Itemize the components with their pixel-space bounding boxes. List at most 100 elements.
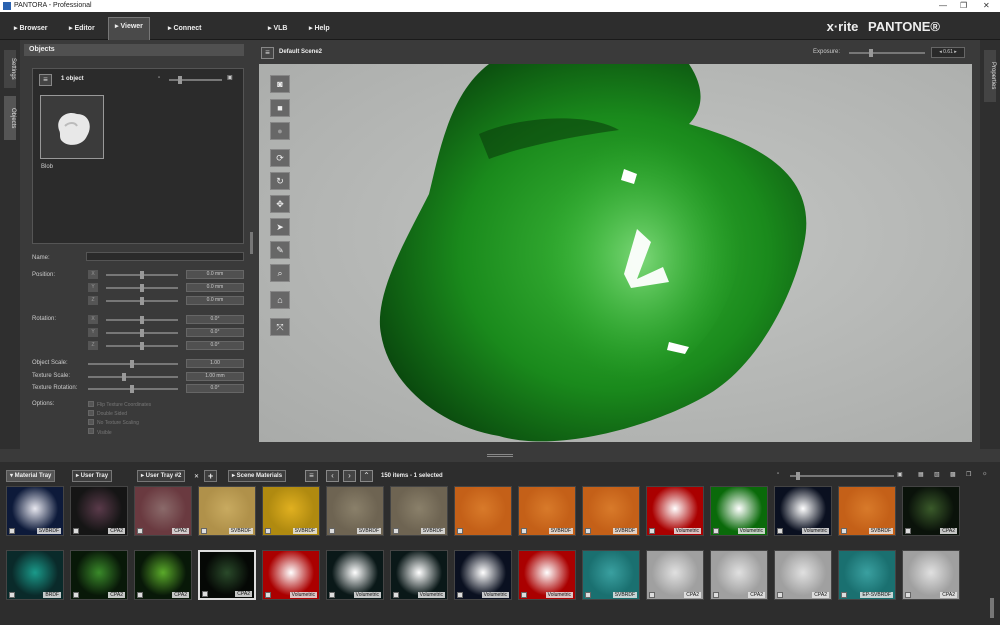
pos-y-slider[interactable] (106, 284, 178, 292)
pos-z-slider[interactable] (106, 297, 178, 305)
rot-y-slider[interactable] (106, 329, 178, 337)
tile-size-slider[interactable] (790, 472, 894, 480)
material-tile[interactable]: Volumetric (646, 486, 704, 536)
rot-y-knob[interactable] (140, 329, 144, 337)
material-tile[interactable]: Volumetric (454, 550, 512, 600)
rot-z-field[interactable]: 0.0° (186, 341, 244, 350)
material-tile[interactable]: CPA2 (902, 550, 960, 600)
add-tab-button[interactable]: + (204, 470, 218, 482)
pos-z-field[interactable]: 0.0 mm (186, 296, 244, 305)
rot-x-button[interactable]: X (88, 315, 98, 324)
fit-view-icon[interactable]: ⤧ (270, 318, 290, 336)
exposure-knob[interactable] (869, 49, 873, 57)
tray-forward-button[interactable]: › (343, 470, 356, 482)
objects-tab[interactable]: Objects (4, 96, 16, 140)
material-tile[interactable]: Volumetric (390, 550, 448, 600)
material-tile[interactable]: Volumetric (262, 550, 320, 600)
maximize-icon[interactable]: ❐ (960, 1, 967, 10)
tab-user-tray-2[interactable]: ▸ User Tray #2 (137, 470, 186, 482)
texture-scale-slider[interactable] (88, 373, 178, 381)
tray-up-button[interactable]: ⌃ (360, 470, 373, 482)
window-view-icon[interactable]: ❐ (966, 471, 971, 478)
material-tile[interactable] (454, 486, 512, 536)
3d-viewport[interactable]: ◙ ■ ● ⟳ ↻ ✥ ➤ ✎ ⌕ ⌂ ⤧ (259, 64, 972, 442)
material-tile[interactable]: CPA2 (646, 550, 704, 600)
material-tile[interactable]: CPA2 (198, 550, 256, 600)
pos-x-slider[interactable] (106, 271, 178, 279)
material-tile[interactable]: CPA2 (902, 486, 960, 536)
pos-x-knob[interactable] (140, 271, 144, 279)
panel-splitter-handle[interactable] (250, 232, 253, 254)
material-tile[interactable]: SVBRDF (518, 486, 576, 536)
rot-x-field[interactable]: 0.0° (186, 315, 244, 324)
object-scale-slider[interactable] (88, 360, 178, 368)
exposure-increase-icon[interactable]: ▸ (953, 49, 957, 55)
tile-size-knob[interactable] (796, 472, 800, 480)
tray-scrollbar[interactable] (990, 598, 994, 618)
move-icon[interactable]: ✥ (270, 195, 290, 213)
minimize-icon[interactable]: — (939, 1, 947, 10)
menu-viewer[interactable]: ▸ Viewer (108, 17, 150, 40)
thumb-size-knob[interactable] (178, 76, 182, 84)
flip-texture-checkbox[interactable] (88, 401, 94, 407)
material-tile[interactable]: SVBRDF (582, 486, 640, 536)
material-tile[interactable]: SVBRDF (6, 486, 64, 536)
material-tile[interactable]: CPA2 (774, 550, 832, 600)
material-tile[interactable]: SVBRDF (262, 486, 320, 536)
viewer-menu-button[interactable]: ≡ (261, 47, 274, 59)
camera-icon[interactable]: ◙ (270, 75, 290, 93)
exposure-slider[interactable] (849, 49, 925, 57)
rot-y-field[interactable]: 0.0° (186, 328, 244, 337)
object-scale-knob[interactable] (130, 360, 134, 368)
rot-x-knob[interactable] (140, 316, 144, 324)
rot-z-button[interactable]: Z (88, 341, 98, 350)
rot-z-slider[interactable] (106, 342, 178, 350)
object-thumbnail[interactable] (40, 95, 104, 159)
no-texture-scaling-checkbox[interactable] (88, 419, 94, 425)
texture-rotation-knob[interactable] (130, 385, 134, 393)
texture-scale-knob[interactable] (122, 373, 126, 381)
objects-menu-button[interactable]: ≡ (39, 74, 52, 86)
pin-icon[interactable]: ✎ (270, 241, 290, 259)
object-scale-field[interactable]: 1.00 (186, 359, 244, 368)
close-icon[interactable]: ✕ (983, 1, 990, 10)
rot-y-button[interactable]: Y (88, 328, 98, 337)
material-tile[interactable]: SVBRDF (582, 550, 640, 600)
tray-splitter[interactable] (0, 449, 1000, 462)
pos-x-field[interactable]: 0.0 mm (186, 270, 244, 279)
close-tab-icon[interactable]: ✕ (194, 473, 199, 480)
exposure-field[interactable]: ◂ 0.61 ▸ (931, 47, 965, 58)
spin-icon[interactable]: ↻ (270, 172, 290, 190)
material-tile[interactable]: CPA2 (134, 550, 192, 600)
material-tile[interactable]: Volumetric (518, 550, 576, 600)
material-tile[interactable]: SVBRDF (390, 486, 448, 536)
material-tile[interactable]: SVBRDF (326, 486, 384, 536)
material-tile[interactable]: BRDF (6, 550, 64, 600)
material-tile[interactable]: CPA2 (134, 486, 192, 536)
pos-z-button[interactable]: Z (88, 296, 98, 305)
texture-scale-field[interactable]: 1.00 mm (186, 372, 244, 381)
visible-checkbox[interactable] (88, 428, 94, 434)
tab-scene-materials[interactable]: ▸ Scene Materials (228, 470, 287, 482)
tray-menu-button[interactable]: ≡ (305, 470, 318, 482)
material-tile[interactable]: Volumetric (710, 486, 768, 536)
double-sided-checkbox[interactable] (88, 410, 94, 416)
material-tile[interactable]: SVBRDF (198, 486, 256, 536)
zoom-icon[interactable]: ⌕ (270, 264, 290, 282)
rot-z-knob[interactable] (140, 342, 144, 350)
material-tile[interactable]: Volumetric (774, 486, 832, 536)
splitter-grip-icon[interactable] (487, 454, 513, 457)
rot-x-slider[interactable] (106, 316, 178, 324)
material-tile[interactable]: CPA2 (710, 550, 768, 600)
image-view-icon[interactable]: ▧ (934, 471, 940, 478)
pos-y-knob[interactable] (140, 284, 144, 292)
home-icon[interactable]: ⌂ (270, 291, 290, 309)
material-tile[interactable]: CPA2 (70, 550, 128, 600)
material-tile[interactable]: SVBRDF (838, 486, 896, 536)
tab-user-tray[interactable]: ▸ User Tray (72, 470, 113, 482)
properties-tab[interactable]: Properties (984, 50, 996, 102)
pattern-view-icon[interactable]: ▩ (950, 471, 956, 478)
stop-icon[interactable]: ■ (270, 99, 290, 117)
select-cursor-icon[interactable]: ➤ (270, 218, 290, 236)
material-tile[interactable]: EP-SVBRDF (838, 550, 896, 600)
